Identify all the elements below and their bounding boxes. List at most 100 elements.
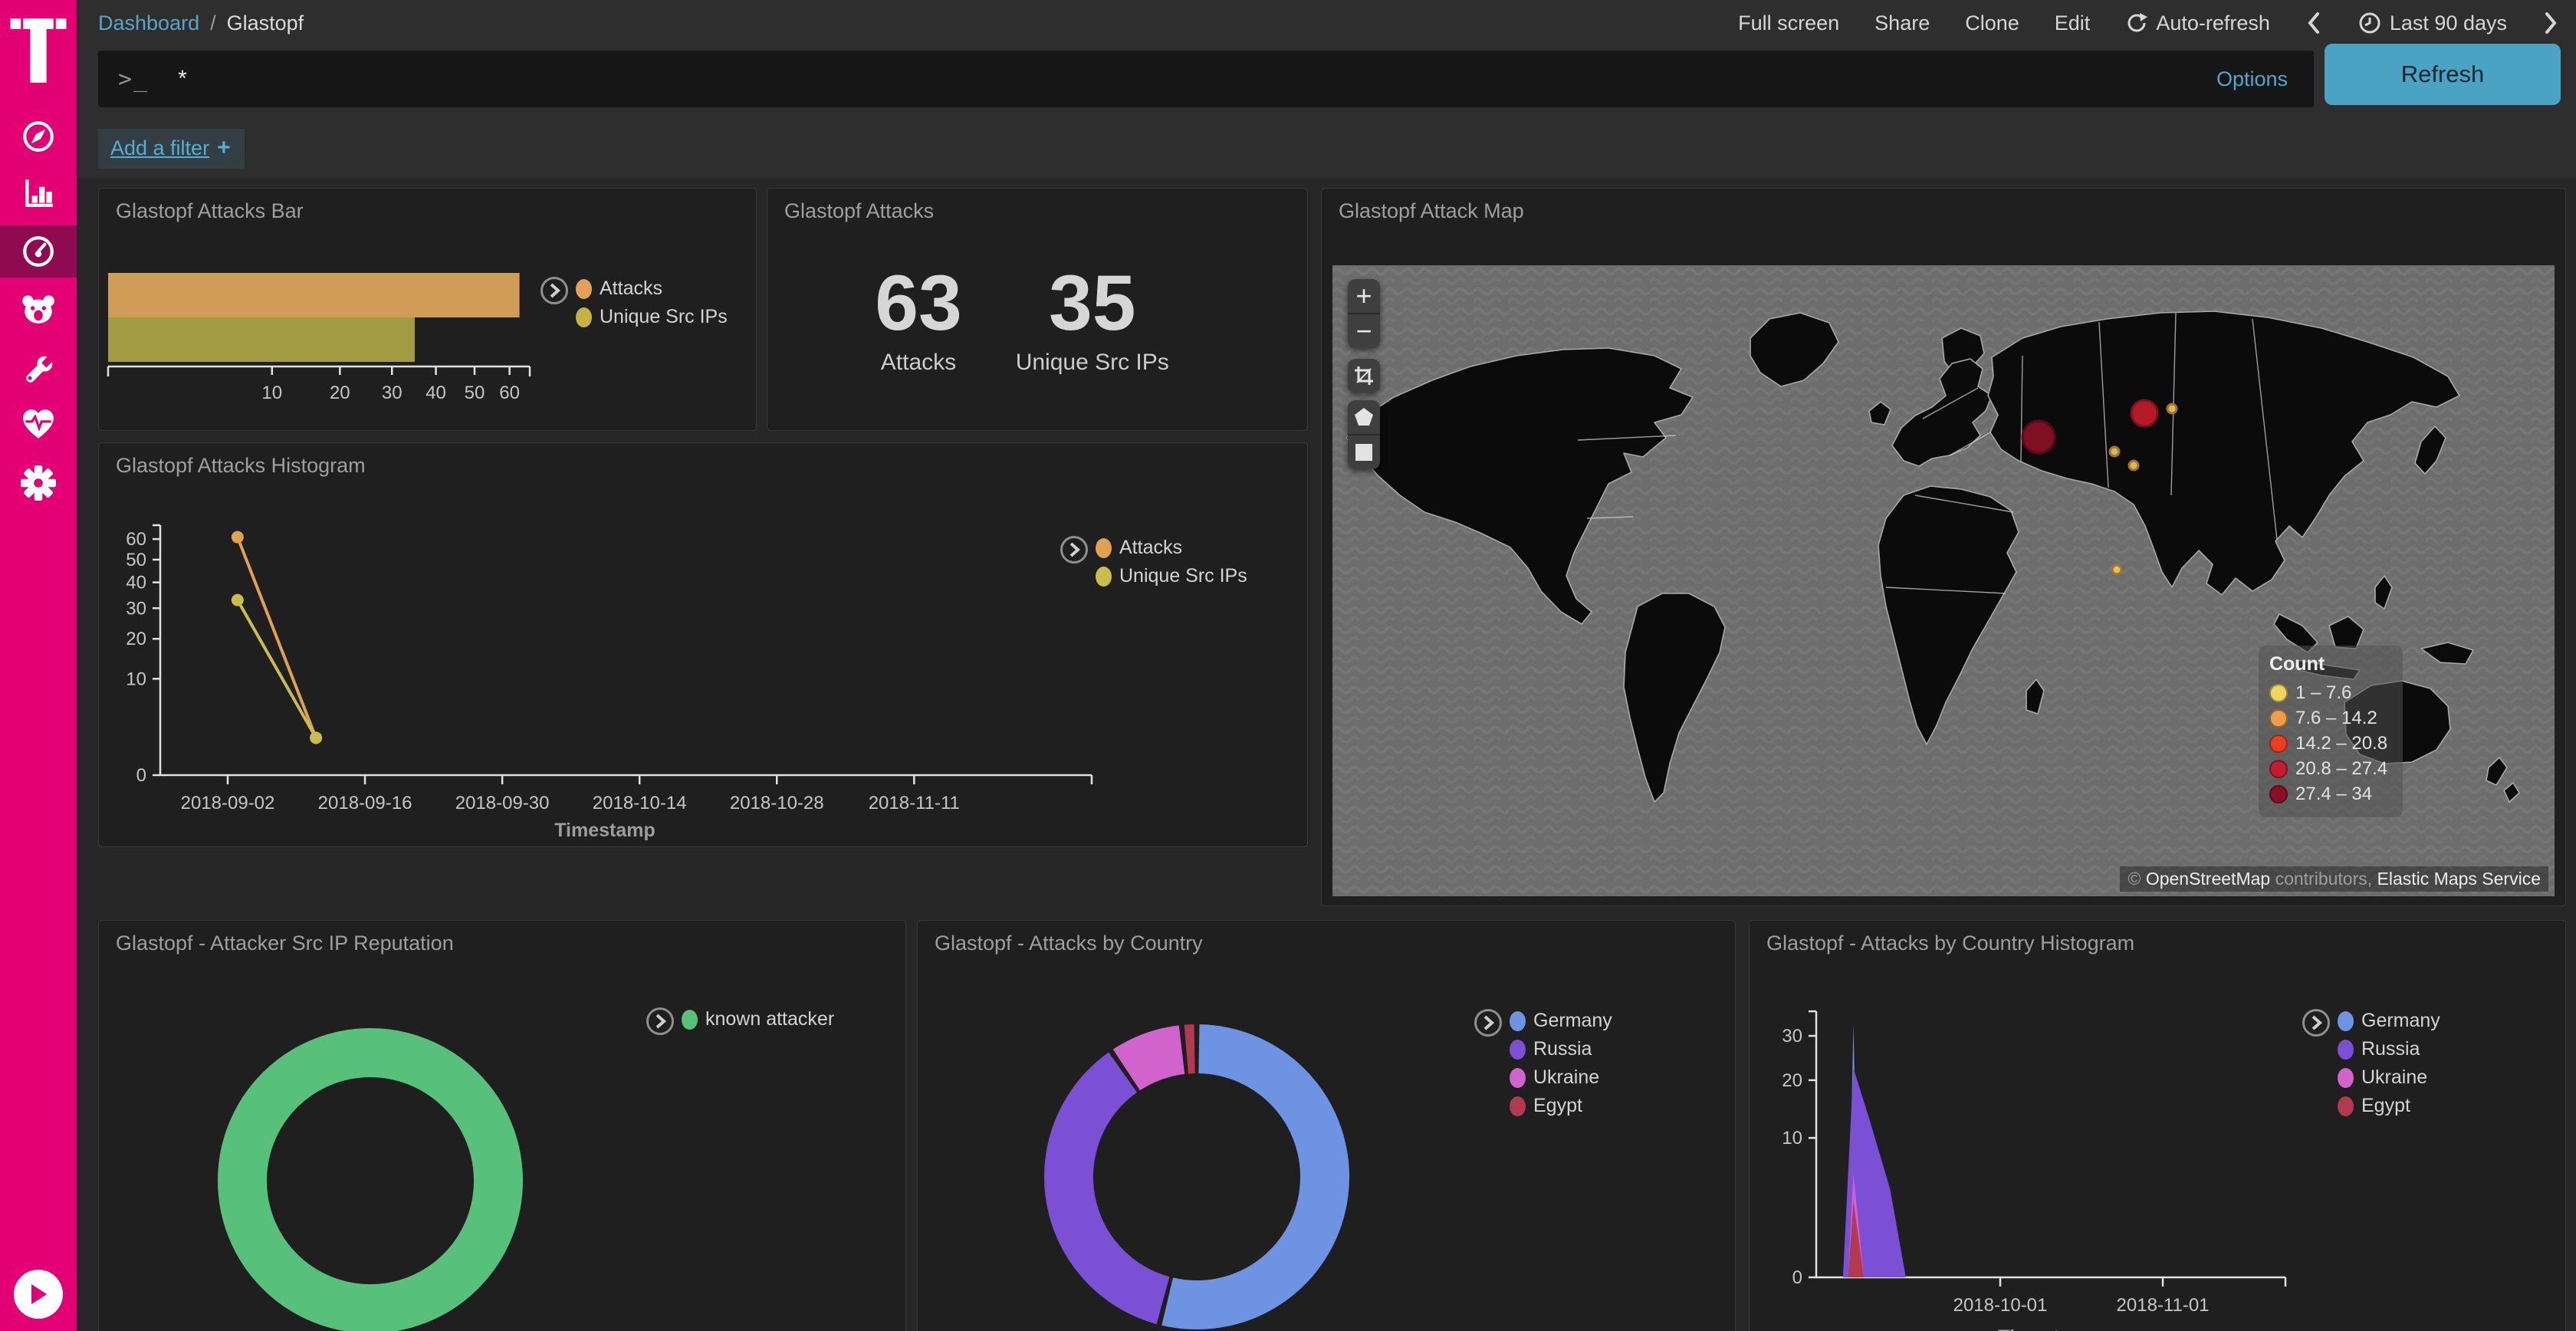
legend-label: Ukraine (1533, 1066, 1599, 1089)
legend-color-dot (1096, 538, 1112, 558)
map-attribution: © OpenStreetMap contributors, Elastic Ma… (2120, 866, 2548, 892)
legend-color-dot (2338, 1011, 2354, 1031)
map-draw-controls (1348, 400, 1380, 469)
attack-bubble[interactable] (2110, 447, 2119, 456)
axis-tick-label: 40 (126, 573, 146, 593)
legend-item[interactable]: Unique Src IPs (576, 303, 728, 331)
legend-color-dot (2338, 1068, 2354, 1088)
legend-color-dot (576, 279, 592, 299)
time-back-button[interactable] (2305, 11, 2322, 35)
panel-attacker-src-ip-reputation: Glastopf - Attacker Src IP Reputation kn… (98, 920, 906, 1331)
sidebar-item-visualize[interactable] (0, 166, 77, 219)
attack-bubble[interactable] (2022, 421, 2055, 453)
legend-color-dot (576, 307, 592, 327)
legend-label: Unique Src IPs (1119, 565, 1247, 587)
panel-glastopf-attacks-metric: Glastopf Attacks 63 Attacks 35 Unique Sr… (767, 188, 1308, 431)
legend-item[interactable]: Germany (2338, 1007, 2440, 1035)
map-legend-item: 27.4 – 34 (2269, 781, 2387, 807)
legend-item[interactable]: Attacks (1096, 534, 1247, 562)
legend-color-dot (1510, 1068, 1526, 1088)
legend-item[interactable]: Ukraine (1510, 1063, 1612, 1092)
clone-button[interactable]: Clone (1965, 12, 2019, 35)
map-legend-item: 7.6 – 14.2 (2269, 705, 2387, 731)
refresh-cycle-icon (2125, 12, 2148, 35)
legend-item[interactable]: Germany (1510, 1007, 1612, 1035)
query-options-link[interactable]: Options (2216, 67, 2288, 91)
panel-glastopf-attacks-histogram: Glastopf Attacks Histogram 0102030405060… (98, 442, 1308, 847)
edit-button[interactable]: Edit (2055, 12, 2091, 35)
legend-expand-icon[interactable] (2302, 1009, 2330, 1037)
metric-label: Attacks (881, 350, 956, 376)
axis-tick-label: 20 (330, 383, 350, 403)
axis-tick-label: 2018-09-30 (455, 793, 550, 813)
map-fit-control (1348, 359, 1380, 393)
fit-data-bounds-button[interactable] (1348, 359, 1380, 393)
legend-item[interactable]: Unique Src IPs (1096, 562, 1247, 590)
legend-color-dot (2269, 709, 2288, 728)
draw-rectangle-button[interactable] (1348, 435, 1380, 469)
legend-label: Attacks (1119, 537, 1182, 559)
x-axis-label: Timestamp (554, 820, 656, 841)
attack-bubble[interactable] (2131, 400, 2157, 426)
panel-title: Glastopf Attack Map (1339, 199, 1524, 223)
compass-icon (21, 119, 56, 154)
breadcrumb-dashboard-link[interactable]: Dashboard (98, 12, 199, 35)
sidebar-item-dashboard[interactable] (0, 225, 77, 278)
legend-expand-icon[interactable] (540, 277, 568, 304)
legend-item[interactable]: Egypt (2338, 1092, 2440, 1120)
wrench-icon (21, 350, 56, 386)
refresh-button[interactable]: Refresh (2325, 44, 2561, 105)
breadcrumb-current: Glastopf (227, 12, 304, 35)
search-query-input[interactable]: >_ * Options (98, 51, 2314, 107)
time-forward-button[interactable] (2542, 11, 2559, 35)
legend-label: known attacker (705, 1008, 834, 1030)
legend-item[interactable]: Attacks (576, 274, 728, 303)
axis-tick-label: 2018-09-16 (318, 793, 412, 813)
attack-bubble[interactable] (2129, 461, 2138, 470)
world-map[interactable]: + − (1332, 265, 2555, 896)
elastic-maps-service-link[interactable]: Elastic Maps Service (2377, 869, 2541, 889)
map-zoom-controls: + − (1348, 279, 1380, 348)
zoom-out-button[interactable]: − (1348, 314, 1380, 348)
sidebar-item-discover[interactable] (0, 110, 77, 163)
legend-label: Germany (1533, 1010, 1612, 1032)
auto-refresh-button[interactable]: Auto-refresh (2125, 12, 2270, 35)
axis-tick-label: 10 (126, 669, 146, 689)
axis-tick-label: 2018-09-02 (181, 793, 275, 813)
filter-bar: Add a filter + (0, 117, 2576, 180)
full-screen-button[interactable]: Full screen (1738, 12, 1839, 35)
legend-expand-icon[interactable] (1474, 1009, 1502, 1037)
country-donut-chart (918, 921, 1733, 1331)
legend-color-dot (2338, 1040, 2354, 1060)
sidebar-item-tpot[interactable] (0, 283, 77, 335)
legend-item[interactable]: Ukraine (2338, 1063, 2440, 1092)
zoom-in-button[interactable]: + (1348, 279, 1380, 313)
sidebar-item-management[interactable] (0, 457, 77, 509)
share-button[interactable]: Share (1875, 12, 1930, 35)
metric-value: 35 (1049, 264, 1135, 342)
clock-icon (2358, 11, 2382, 35)
draw-polygon-button[interactable] (1348, 400, 1380, 434)
legend-color-dot (2269, 684, 2288, 702)
time-range-picker[interactable]: Last 90 days (2358, 11, 2507, 35)
add-filter-button[interactable]: Add a filter + (98, 129, 245, 169)
openstreetmap-link[interactable]: OpenStreetMap (2146, 869, 2270, 889)
attack-bubble[interactable] (2167, 404, 2177, 413)
legend-item[interactable]: Egypt (1510, 1092, 1612, 1120)
kibana-glastopf-dashboard: Dashboard / Glastopf Full screen Share C… (0, 0, 2576, 1331)
legend-expand-icon[interactable] (646, 1007, 674, 1035)
axis-tick-label: 60 (499, 383, 520, 403)
legend-item[interactable]: Russia (2338, 1035, 2440, 1063)
sidebar-item-monitoring[interactable] (0, 398, 77, 450)
attack-bubble[interactable] (2112, 565, 2121, 574)
legend-color-dot (2338, 1096, 2354, 1116)
legend-range-label: 1 – 7.6 (2295, 682, 2351, 704)
sidebar-expand-button[interactable] (14, 1270, 63, 1319)
legend-color-dot (2269, 760, 2288, 778)
legend-item[interactable]: Russia (1510, 1035, 1612, 1063)
axis-tick-label: 30 (1782, 1026, 1802, 1047)
legend-expand-icon[interactable] (1060, 536, 1088, 564)
sidebar-item-dev-tools[interactable] (0, 342, 77, 394)
telekom-logo[interactable] (9, 12, 67, 93)
legend-item[interactable]: known attacker (682, 1005, 834, 1034)
